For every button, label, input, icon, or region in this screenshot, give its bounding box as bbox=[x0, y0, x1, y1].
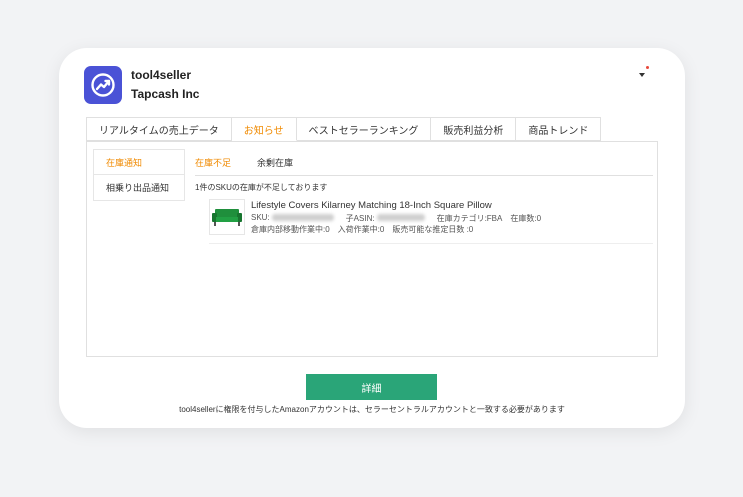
days-of-supply: 販売可能な推定日数 :0 bbox=[392, 225, 474, 234]
account-dropdown[interactable] bbox=[634, 64, 650, 80]
app-logo bbox=[84, 66, 122, 104]
tab-product-trends[interactable]: 商品トレンド bbox=[516, 117, 602, 141]
tab-bestseller-ranking[interactable]: ベストセラーランキング bbox=[296, 117, 432, 141]
inbound-count: 入荷作業中:0 bbox=[337, 225, 385, 234]
footer-note: tool4sellerに権限を付与したAmazonアカウントは、セラーセントラル… bbox=[179, 405, 565, 414]
caret-down-icon bbox=[639, 73, 645, 77]
product-meta-line-2: 倉庫内部移動作業中:0 入荷作業中:0 販売可能な推定日数 :0 bbox=[251, 224, 473, 235]
tab-realtime-sales[interactable]: リアルタイムの売上データ bbox=[86, 117, 232, 141]
notification-dot bbox=[646, 66, 649, 69]
subtab-low-stock[interactable]: 在庫不足 bbox=[195, 156, 231, 169]
trend-arrow-icon bbox=[91, 73, 115, 97]
product-meta-line-1: SKU: 子ASIN: 在庫カテゴリ:FBA 在庫数:0 bbox=[251, 213, 541, 224]
tab-notifications[interactable]: お知らせ bbox=[231, 117, 297, 141]
notification-sidebar: 在庫通知 相乗り出品通知 bbox=[93, 149, 185, 201]
notification-content: 在庫不足 余剰在庫 1件のSKUの在庫が不足しております Lifestyle C… bbox=[195, 142, 653, 356]
sofa-image-icon bbox=[212, 209, 242, 226]
product-title[interactable]: Lifestyle Covers Kilarney Matching 18-In… bbox=[251, 200, 492, 211]
sub-tabs: 在庫不足 余剰在庫 bbox=[195, 152, 653, 176]
subtab-excess-stock[interactable]: 余剰在庫 bbox=[257, 156, 293, 169]
warehouse-transfer: 倉庫内部移動作業中:0 bbox=[251, 225, 330, 234]
main-card: tool4seller Tapcash Inc リアルタイムの売上データ お知ら… bbox=[59, 48, 685, 428]
product-thumbnail bbox=[209, 199, 245, 235]
company-name: Tapcash Inc bbox=[131, 87, 200, 101]
tab-profit-analysis[interactable]: 販売利益分析 bbox=[431, 117, 517, 141]
asin-value-redacted bbox=[376, 214, 425, 221]
sku-value-redacted bbox=[271, 214, 334, 221]
asin-label: 子ASIN: bbox=[345, 214, 375, 223]
main-tabs: リアルタイムの売上データ お知らせ ベストセラーランキング 販売利益分析 商品ト… bbox=[86, 117, 602, 141]
stock-category: 在庫カテゴリ:FBA bbox=[436, 214, 503, 223]
sidebar-item-hijacker-notice[interactable]: 相乗り出品通知 bbox=[93, 175, 185, 201]
product-row[interactable]: Lifestyle Covers Kilarney Matching 18-In… bbox=[209, 199, 653, 244]
stock-notice-text: 1件のSKUの在庫が不足しております bbox=[195, 183, 328, 192]
stock-count: 在庫数:0 bbox=[510, 214, 542, 223]
sku-label: SKU: bbox=[251, 213, 270, 222]
detail-button[interactable]: 詳細 bbox=[306, 374, 437, 400]
sidebar-item-stock-notice[interactable]: 在庫通知 bbox=[93, 149, 185, 175]
notification-panel: 在庫通知 相乗り出品通知 在庫不足 余剰在庫 1件のSKUの在庫が不足しておりま… bbox=[86, 141, 658, 357]
app-name: tool4seller bbox=[131, 68, 192, 82]
